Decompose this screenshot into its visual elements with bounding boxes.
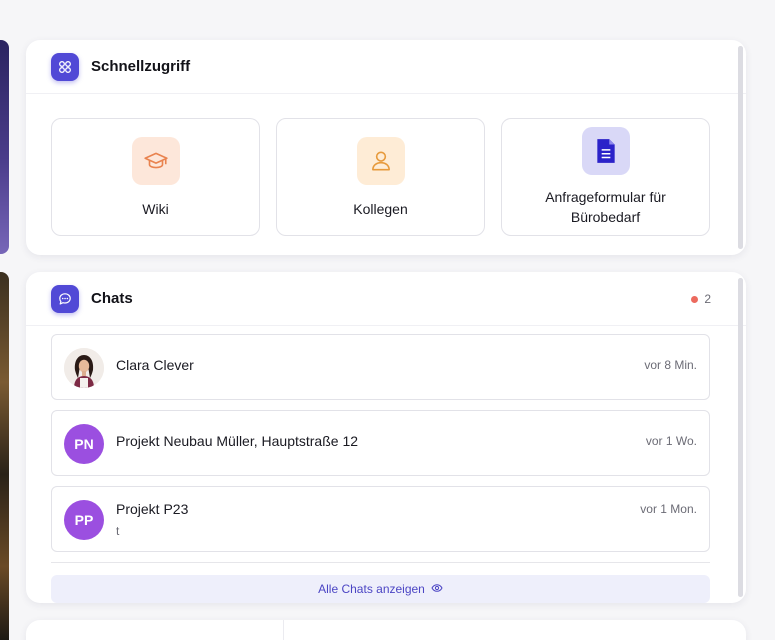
tile-colleagues[interactable]: Kollegen xyxy=(276,118,485,236)
chat-list: Clara Clever vor 8 Min. PN Projekt Neuba… xyxy=(51,334,710,562)
document-icon xyxy=(581,127,630,175)
user-icon xyxy=(356,137,405,185)
chat-timestamp: vor 8 Min. xyxy=(644,358,697,372)
show-all-chats-label: Alle Chats anzeigen xyxy=(318,582,425,596)
tile-label: Kollegen xyxy=(353,201,408,217)
calendar-card-partial xyxy=(26,620,746,640)
quick-access-tiles: Wiki Kollegen Anfrageformular für Bürobe… xyxy=(51,118,710,236)
graduation-cap-icon xyxy=(131,137,180,185)
tile-label: Anfrageformular für Bürobedarf xyxy=(545,189,666,225)
divider xyxy=(51,562,710,563)
chat-timestamp: vor 1 Mon. xyxy=(640,502,697,516)
chats-header: Chats xyxy=(26,272,746,326)
avatar: PN xyxy=(64,424,104,464)
chat-name: Clara Clever xyxy=(116,357,194,373)
show-all-chats-button[interactable]: Alle Chats anzeigen xyxy=(51,575,710,603)
tile-wiki[interactable]: Wiki xyxy=(51,118,260,236)
unread-dot-icon xyxy=(691,295,699,303)
chat-name: Projekt Neubau Müller, Hauptstraße 12 xyxy=(116,433,359,449)
unread-indicator: 2 xyxy=(691,292,711,306)
background-image-strip xyxy=(0,40,9,254)
chats-title: Chats xyxy=(91,290,133,307)
scrollbar-thumb[interactable] xyxy=(738,46,743,249)
divider xyxy=(283,620,284,640)
unread-count: 2 xyxy=(704,292,711,306)
tile-office-supply-form[interactable]: Anfrageformular für Bürobedarf xyxy=(501,118,710,236)
chat-name: Projekt P23 xyxy=(116,501,189,517)
avatar xyxy=(64,348,104,388)
eye-icon xyxy=(431,582,443,597)
tile-label: Wiki xyxy=(142,201,169,217)
quick-access-title: Schnellzugriff xyxy=(91,58,191,75)
avatar: PP xyxy=(64,500,104,540)
quick-access-header: Schnellzugriff xyxy=(26,40,746,94)
chat-last-message: t xyxy=(116,524,120,538)
chat-bubble-icon xyxy=(51,284,79,313)
background-image-strip xyxy=(0,272,9,640)
chat-item[interactable]: Clara Clever vor 8 Min. xyxy=(51,334,710,400)
chat-item[interactable]: PN Projekt Neubau Müller, Hauptstraße 12… xyxy=(51,410,710,476)
scrollbar[interactable] xyxy=(738,278,743,597)
grid-icon xyxy=(51,52,79,81)
chats-card: Chats 2 Clara Clever vor 8 Min. PN Proje xyxy=(26,272,746,603)
quick-access-card: Schnellzugriff Wiki Kollegen Anfrageform… xyxy=(26,40,746,255)
chat-item[interactable]: PP Projekt P23 t vor 1 Mon. xyxy=(51,486,710,552)
scrollbar-thumb[interactable] xyxy=(738,278,743,597)
chat-timestamp: vor 1 Wo. xyxy=(645,434,697,448)
scrollbar[interactable] xyxy=(738,46,743,249)
